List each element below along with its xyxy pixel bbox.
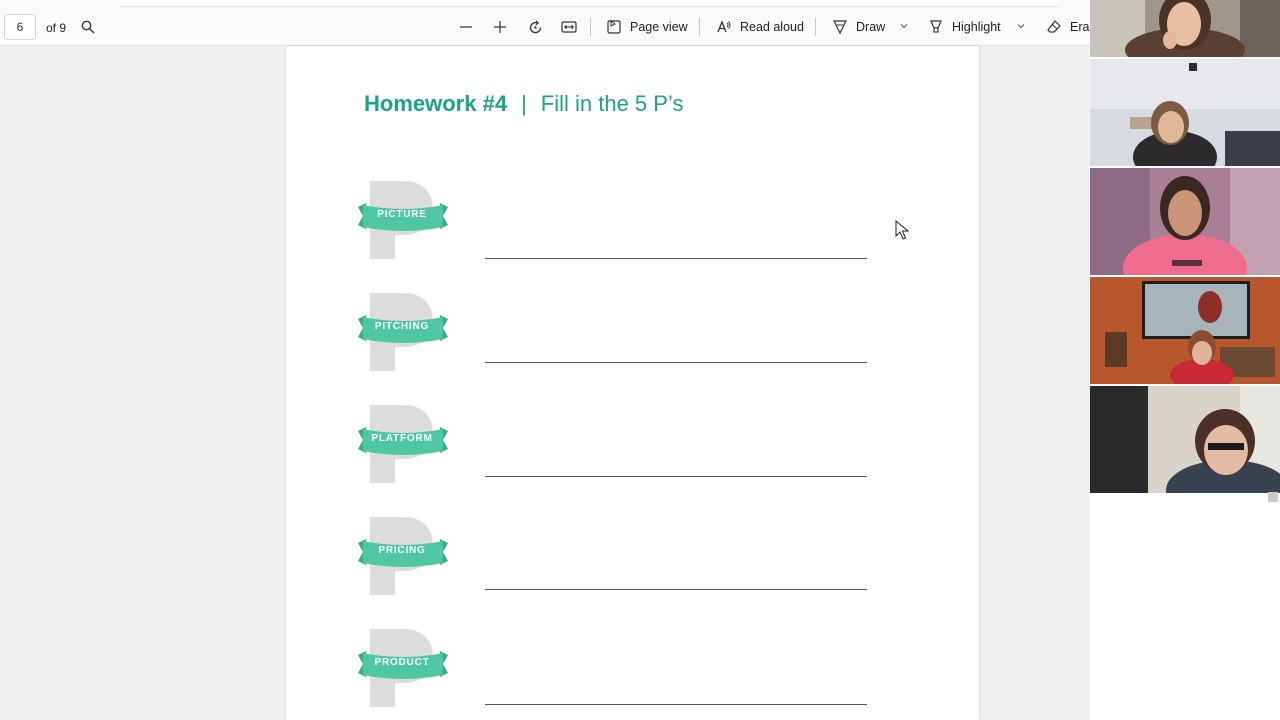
p-badge-platform: PLATFORM bbox=[358, 403, 454, 485]
page-view-icon bbox=[607, 20, 621, 34]
highlight-button[interactable]: Highlight bbox=[928, 14, 1001, 40]
participant-avatar bbox=[1090, 277, 1280, 384]
p-badge-pricing: PRICING bbox=[358, 515, 454, 597]
chevron-down-icon[interactable] bbox=[898, 20, 910, 32]
page-title: Homework #4 | Fill in the 5 P’s bbox=[364, 90, 683, 118]
participant-avatar bbox=[1090, 386, 1280, 493]
p-label: PLATFORM bbox=[371, 433, 433, 444]
participant-avatar bbox=[1090, 0, 1280, 57]
pdf-page: Homework #4 | Fill in the 5 P’s PICTURE PI… bbox=[286, 46, 979, 720]
p-badge-picture: PICTURE bbox=[358, 179, 454, 261]
p-label: PITCHING bbox=[374, 321, 430, 332]
answer-line-platform[interactable] bbox=[485, 476, 867, 477]
highlight-label: Highlight bbox=[952, 20, 1001, 34]
answer-line-product[interactable] bbox=[485, 704, 867, 705]
rotate-icon[interactable] bbox=[525, 17, 545, 37]
read-aloud-label: Read aloud bbox=[740, 20, 804, 34]
p-label: PRODUCT bbox=[374, 657, 430, 668]
draw-label: Draw bbox=[856, 20, 886, 34]
p-label: PRICING bbox=[378, 545, 426, 556]
title-subtitle: Fill in the 5 P’s bbox=[540, 91, 684, 116]
address-bar-edge bbox=[120, 0, 1060, 7]
participant-avatar bbox=[1090, 168, 1280, 275]
pdf-toolbar: of 9 Page view Read aloud Draw Highlight… bbox=[0, 0, 1096, 46]
participant-video-4[interactable] bbox=[1090, 277, 1280, 384]
p-badge-pitching: PITCHING bbox=[358, 291, 454, 373]
mouse-cursor-icon bbox=[895, 220, 909, 240]
erase-button[interactable]: Eras bbox=[1046, 14, 1096, 40]
answer-line-picture[interactable] bbox=[485, 258, 867, 259]
title-bold: Homework #4 bbox=[364, 91, 508, 116]
p-badge-product: PRODUCT bbox=[358, 627, 454, 709]
answer-line-pitching[interactable] bbox=[485, 362, 867, 363]
answer-line-pricing[interactable] bbox=[485, 589, 867, 590]
draw-icon bbox=[833, 20, 847, 35]
video-participants-panel bbox=[1090, 0, 1280, 720]
eraser-icon bbox=[1047, 20, 1061, 33]
p-label: PICTURE bbox=[377, 209, 427, 220]
participant-video-1[interactable] bbox=[1090, 0, 1280, 57]
participant-video-5[interactable] bbox=[1090, 386, 1280, 493]
participant-video-3[interactable] bbox=[1090, 168, 1280, 275]
participant-video-2[interactable] bbox=[1090, 59, 1280, 166]
page-view-label: Page view bbox=[630, 20, 688, 34]
page-view-button[interactable]: Page view bbox=[606, 14, 688, 40]
zoom-in-icon[interactable] bbox=[490, 17, 510, 37]
draw-button[interactable]: Draw bbox=[832, 14, 885, 40]
search-icon[interactable] bbox=[78, 17, 98, 37]
chevron-down-icon[interactable] bbox=[1015, 20, 1027, 32]
page-total: of 9 bbox=[46, 21, 67, 35]
read-aloud-icon bbox=[717, 20, 731, 33]
page-number-input[interactable] bbox=[4, 14, 36, 40]
zoom-out-icon[interactable] bbox=[456, 17, 476, 37]
toolbar-divider bbox=[815, 18, 816, 36]
scrollbar-thumb[interactable] bbox=[1268, 492, 1278, 502]
toolbar-divider bbox=[590, 18, 591, 36]
fit-width-icon[interactable] bbox=[559, 17, 579, 37]
toolbar-divider bbox=[699, 18, 700, 36]
read-aloud-button[interactable]: Read aloud bbox=[716, 14, 804, 40]
participant-avatar bbox=[1090, 59, 1280, 166]
highlighter-icon bbox=[930, 20, 942, 33]
title-separator: | bbox=[521, 91, 527, 116]
